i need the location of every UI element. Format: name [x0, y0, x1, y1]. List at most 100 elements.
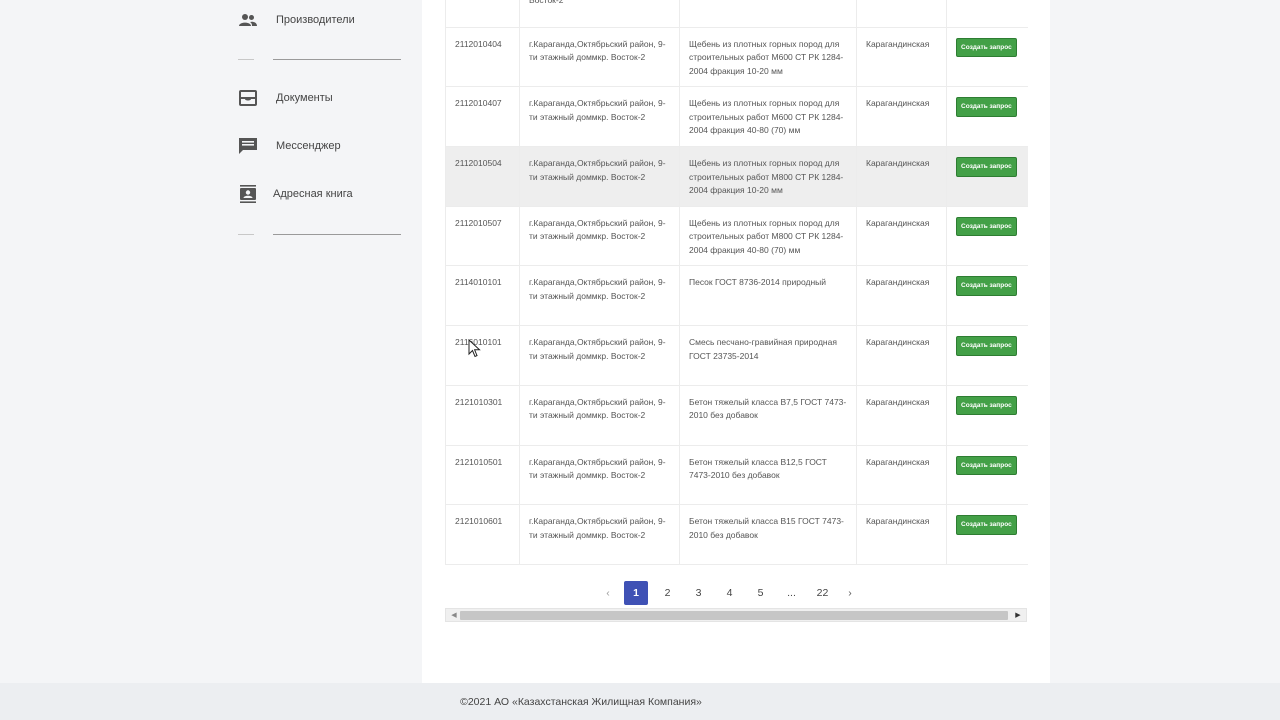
table-row[interactable]: 2112010407 г.Караганда,Октябрьский район… — [445, 86, 1028, 147]
cell-address: г.Караганда,Октябрьский район, 9-ти этаж… — [519, 205, 680, 266]
scroll-left-icon[interactable]: ◀ — [448, 609, 460, 621]
cell-action: Создать запрос — [946, 26, 1028, 87]
cell-material[interactable]: Песок ГОСТ 8736-2014 природный — [679, 265, 857, 326]
table-row[interactable]: 2116010101 г.Караганда,Октябрьский район… — [445, 325, 1028, 386]
cell-code: 2112010507 — [445, 205, 520, 266]
table-row[interactable]: 2114010101 г.Караганда,Октябрьский район… — [445, 265, 1028, 326]
page-button-3[interactable]: 3 — [683, 581, 714, 605]
page-button-5[interactable]: 5 — [745, 581, 776, 605]
cell-address: г.Караганда,Октябрьский район, 9-ти этаж… — [519, 325, 680, 386]
cell-region — [856, 0, 947, 28]
sidebar-divider — [273, 234, 401, 235]
cell-material[interactable]: Щебень из плотных горных пород для строи… — [679, 86, 857, 147]
cell-material[interactable]: Щебень из плотных горных пород для строи… — [679, 146, 857, 207]
cell-region: Карагандинская — [856, 26, 947, 87]
cell-region: Карагандинская — [856, 86, 947, 147]
sidebar-item-producers[interactable]: Производители — [238, 11, 355, 29]
cell-region: Карагандинская — [856, 265, 947, 326]
create-request-button[interactable]: Создать запрос — [956, 515, 1017, 535]
sidebar: Производители Документы Мессенджер Адрес… — [0, 0, 422, 683]
cell-material[interactable]: Щебень из плотных горных пород для строи… — [679, 205, 857, 266]
mouse-cursor-icon — [468, 339, 481, 358]
data-table: Восток-2 2112010404 г.Караганда,Октябрьс… — [445, 0, 1028, 565]
users-icon — [238, 11, 258, 29]
create-request-button[interactable]: Создать запрос — [956, 157, 1017, 177]
cell-address: г.Караганда,Октябрьский район, 9-ти этаж… — [519, 444, 680, 505]
cell-region: Карагандинская — [856, 504, 947, 565]
prev-page-button[interactable]: ‹ — [596, 581, 620, 605]
cell-action: Создать запрос — [946, 444, 1028, 505]
next-page-button[interactable]: › — [838, 581, 862, 605]
cell-material[interactable]: Бетон тяжелый класса В12,5 ГОСТ 7473-201… — [679, 444, 857, 505]
page-background — [1050, 0, 1280, 683]
cell-code: 2121010601 — [445, 504, 520, 565]
create-request-button[interactable]: Создать запрос — [956, 276, 1017, 296]
page-button-4[interactable]: 4 — [714, 581, 745, 605]
cell-action: Создать запрос — [946, 265, 1028, 326]
table-row[interactable]: 2121010301 г.Караганда,Октябрьский район… — [445, 384, 1028, 445]
cell-region: Карагандинская — [856, 325, 947, 386]
cell-code: 2112010504 — [445, 146, 520, 207]
cell-action: Создать запрос — [946, 325, 1028, 386]
table-row[interactable]: 2112010507 г.Караганда,Октябрьский район… — [445, 205, 1028, 266]
cell-address: г.Караганда,Октябрьский район, 9-ти этаж… — [519, 384, 680, 445]
cell-action: Создать запрос — [946, 86, 1028, 147]
cell-action: Создать запрос — [946, 146, 1028, 207]
table-row[interactable]: 2112010404 г.Караганда,Октябрьский район… — [445, 26, 1028, 87]
cell-material[interactable]: Щебень из плотных горных пород для строи… — [679, 26, 857, 87]
cell-address: г.Караганда,Октябрьский район, 9-ти этаж… — [519, 146, 680, 207]
create-request-button[interactable]: Создать запрос — [956, 455, 1017, 475]
create-request-button[interactable]: Создать запрос — [956, 336, 1017, 356]
sidebar-divider — [238, 59, 254, 60]
cell-address: г.Караганда,Октябрьский район, 9-ти этаж… — [519, 86, 680, 147]
cell-address: г.Караганда,Октябрьский район, 9-ти этаж… — [519, 265, 680, 326]
sidebar-item-address-book[interactable]: Адресная книга — [238, 185, 353, 203]
cell-code: 2116010101 — [445, 325, 520, 386]
create-request-button[interactable]: Создать запрос — [956, 37, 1017, 58]
page-button-22[interactable]: 22 — [807, 581, 838, 605]
create-request-button[interactable]: Создать запрос — [956, 395, 1017, 416]
cell-action: Создать запрос — [946, 205, 1028, 266]
cell-code: 2112010407 — [445, 86, 520, 147]
cell-action — [946, 0, 1028, 28]
cell-region: Карагандинская — [856, 146, 947, 207]
sidebar-item-label: Документы — [276, 92, 333, 104]
scroll-right-icon[interactable]: ▶ — [1012, 609, 1024, 621]
create-request-button[interactable]: Создать запрос — [956, 97, 1017, 117]
pagination: ‹ 1 2 3 4 5 ... 22 › — [596, 581, 862, 605]
page-button-1[interactable]: 1 — [624, 581, 648, 605]
cell-address: г.Караганда,Октябрьский район, 9-ти этаж… — [519, 26, 680, 87]
cell-region: Карагандинская — [856, 384, 947, 445]
inbox-icon — [238, 89, 258, 107]
page-button-2[interactable]: 2 — [652, 581, 683, 605]
sidebar-divider — [238, 234, 254, 235]
cell-material[interactable] — [679, 0, 857, 28]
cell-action: Создать запрос — [946, 504, 1028, 565]
cell-action: Создать запрос — [946, 384, 1028, 445]
cell-region: Карагандинская — [856, 205, 947, 266]
cell-material[interactable]: Бетон тяжелый класса В7,5 ГОСТ 7473-2010… — [679, 384, 857, 445]
contacts-icon — [238, 185, 258, 203]
cell-code: 2121010501 — [445, 444, 520, 505]
cell-address: г.Караганда,Октябрьский район, 9-ти этаж… — [519, 504, 680, 565]
cell-region: Карагандинская — [856, 444, 947, 505]
table-row[interactable]: 2121010501 г.Караганда,Октябрьский район… — [445, 444, 1028, 505]
sidebar-divider — [273, 59, 401, 60]
cell-material[interactable]: Бетон тяжелый класса В15 ГОСТ 7473-2010 … — [679, 504, 857, 565]
table-row[interactable]: Восток-2 — [445, 0, 1028, 28]
sidebar-item-documents[interactable]: Документы — [238, 89, 333, 107]
sidebar-item-label: Мессенджер — [276, 140, 341, 152]
sidebar-item-messenger[interactable]: Мессенджер — [238, 137, 341, 155]
table-row[interactable]: 2121010601 г.Караганда,Октябрьский район… — [445, 504, 1028, 565]
page-ellipsis[interactable]: ... — [776, 581, 807, 605]
create-request-button[interactable]: Создать запрос — [956, 216, 1017, 237]
sidebar-item-label: Производители — [276, 14, 355, 26]
scrollbar-thumb[interactable] — [460, 611, 1008, 620]
cell-material[interactable]: Смесь песчано-гравийная природная ГОСТ 2… — [679, 325, 857, 386]
cell-code: 2114010101 — [445, 265, 520, 326]
cell-code: 2121010301 — [445, 384, 520, 445]
table-row[interactable]: 2112010504 г.Караганда,Октябрьский район… — [445, 146, 1028, 207]
footer: ©2021 АО «Казахстанская Жилищная Компани… — [0, 683, 1280, 720]
horizontal-scrollbar[interactable]: ◀ ▶ — [445, 608, 1027, 622]
sidebar-item-label: Адресная книга — [273, 188, 353, 200]
